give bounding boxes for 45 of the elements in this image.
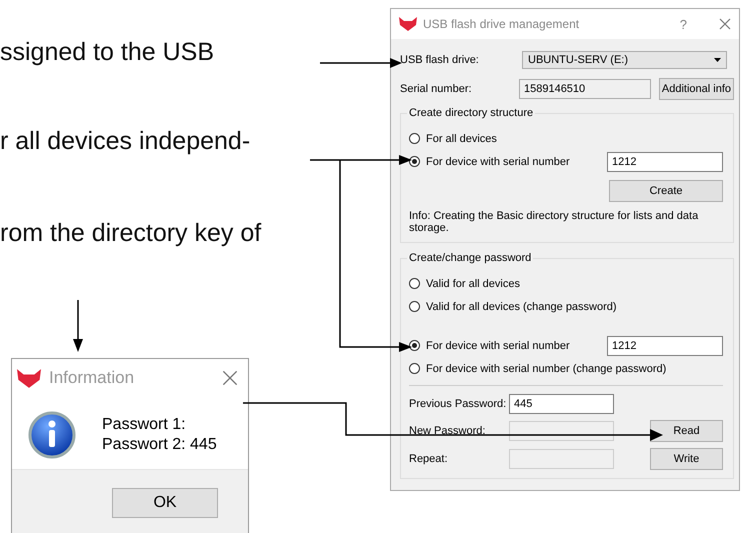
field-label: Serial number:: [400, 83, 473, 95]
drive-dropdown[interactable]: UBUNTU-SERV (E:): [522, 51, 727, 69]
create-button[interactable]: Create: [609, 180, 723, 202]
radio-button[interactable]: [409, 340, 420, 351]
logo-icon: [17, 368, 41, 388]
radio-label[interactable]: For device with serial number (change password): [426, 362, 723, 374]
group-title: Create directory structure: [408, 107, 534, 119]
ok-button[interactable]: OK: [112, 488, 218, 518]
radio-button[interactable]: [409, 363, 420, 374]
serial-field[interactable]: 1212: [607, 152, 723, 172]
message-text: Passwort 1:: [102, 416, 187, 434]
radio-label[interactable]: Valid for all devices: [426, 278, 723, 290]
document-text: rom the directory key of: [0, 219, 262, 247]
info-text: Info: Creating the Basic directory structure for lists and data storage.: [409, 210, 700, 234]
radio-label[interactable]: For device with serial number: [426, 156, 607, 168]
group-title: Create/change password: [408, 252, 532, 264]
radio-button[interactable]: [409, 301, 420, 312]
radio-button[interactable]: [409, 156, 420, 167]
password-field[interactable]: 445: [509, 394, 614, 414]
info-icon: [28, 411, 76, 459]
radio-label[interactable]: Valid for all devices (change password): [426, 300, 723, 312]
write-button[interactable]: Write: [650, 448, 723, 470]
field-label: New Password:: [409, 425, 486, 437]
window-title: USB flash drive management: [423, 17, 580, 31]
message-text: Passwort 2: 445: [102, 436, 217, 454]
field-label: Previous Password:: [409, 398, 508, 410]
pointer-arrow: [73, 300, 83, 352]
help-button[interactable]: ?: [680, 16, 687, 32]
additional-info-button[interactable]: Additional info: [658, 78, 734, 100]
close-icon[interactable]: [719, 18, 731, 30]
field-label: USB flash drive:: [400, 54, 480, 66]
radio-button[interactable]: [409, 133, 420, 144]
logo-icon: [399, 17, 417, 31]
close-icon[interactable]: [222, 370, 238, 386]
field-label: Repeat:: [409, 453, 449, 465]
read-button[interactable]: Read: [650, 420, 723, 442]
window-title: Information: [49, 368, 136, 388]
serial-field[interactable]: 1212: [607, 336, 723, 356]
radio-label[interactable]: For all devices: [426, 132, 723, 144]
radio-label[interactable]: For device with serial number: [426, 340, 607, 352]
dropdown-arrow-icon: [714, 58, 721, 62]
document-text: r all devices independ-: [0, 127, 252, 155]
radio-button[interactable]: [409, 278, 420, 289]
serial-number-field: 1589146510: [518, 79, 651, 99]
document-text: ssigned to the USB: [0, 38, 216, 66]
